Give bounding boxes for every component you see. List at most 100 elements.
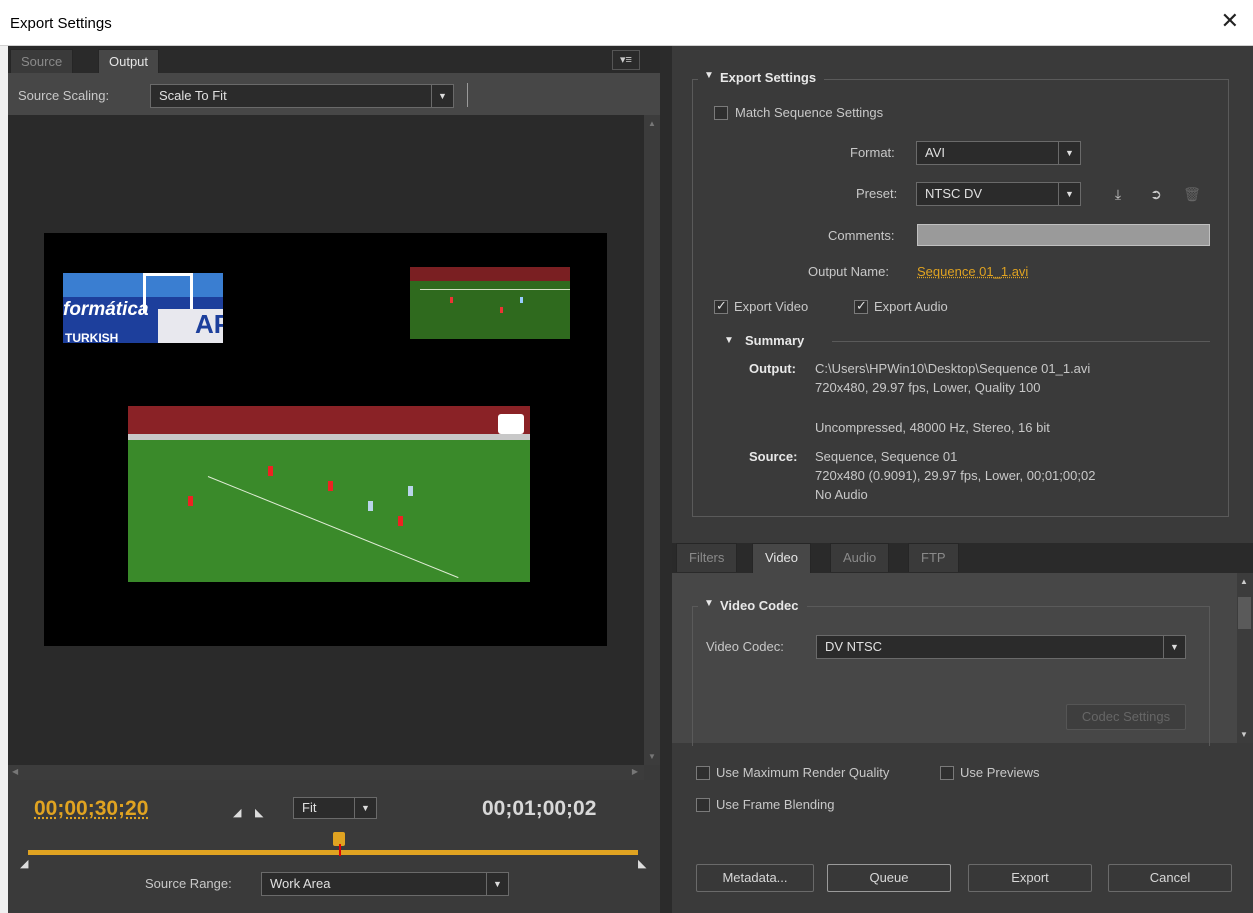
output-preview-canvas: formática AP TURKISH — [44, 233, 607, 646]
clip-text-3: TURKISH — [65, 331, 119, 343]
video-codec-select[interactable]: DV NTSC ▼ — [816, 635, 1186, 659]
player — [450, 297, 453, 303]
work-area-bar[interactable] — [28, 850, 638, 855]
player — [328, 481, 333, 491]
preview-horizontal-scrollbar[interactable]: ◀ ▶ — [8, 765, 644, 780]
use-previews-checkbox[interactable] — [940, 766, 954, 780]
player — [408, 486, 413, 496]
tab-filters[interactable]: Filters — [676, 543, 738, 572]
tab-output[interactable]: Output — [98, 49, 160, 74]
preview-clip-banner: formática AP TURKISH — [63, 273, 223, 343]
summary-source-line: 720x480 (0.9091), 29.97 fps, Lower, 00;0… — [815, 468, 1096, 483]
tab-source[interactable]: Source — [10, 49, 74, 73]
match-sequence-label: Match Sequence Settings — [735, 105, 884, 120]
export-settings-title: Export Settings — [720, 70, 825, 85]
summary-collapse-icon[interactable]: ▼ — [724, 335, 734, 346]
player — [500, 307, 503, 313]
out-marker-icon[interactable]: ◣ — [638, 857, 646, 870]
set-in-point-icon[interactable]: ◢ — [233, 806, 241, 819]
frame-blending-checkbox[interactable] — [696, 798, 710, 812]
in-marker-icon[interactable]: ◢ — [20, 857, 28, 870]
broadcast-logo — [498, 414, 524, 434]
scroll-up-icon[interactable]: ▲ — [648, 119, 656, 128]
video-codec-collapse-icon[interactable]: ▼ — [698, 598, 720, 609]
summary-output-label: Output: — [749, 361, 796, 376]
summary-output-line: Uncompressed, 48000 Hz, Stereo, 16 bit — [815, 420, 1050, 435]
import-preset-icon[interactable]: ➲ — [1146, 184, 1166, 204]
codec-settings-button[interactable]: Codec Settings — [1066, 704, 1186, 730]
chevron-down-icon: ▼ — [431, 85, 453, 107]
window-title: Export Settings — [10, 15, 112, 32]
scroll-down-icon[interactable]: ▼ — [1240, 730, 1248, 739]
scrollbar-thumb[interactable] — [1238, 597, 1251, 629]
export-video-label: Export Video — [734, 299, 809, 314]
video-codec-title: Video Codec — [720, 598, 807, 613]
preview-vertical-scrollbar[interactable]: ▲ ▼ — [644, 115, 660, 765]
video-codec-label: Video Codec: — [706, 639, 784, 654]
export-audio-checkbox[interactable] — [854, 298, 868, 314]
preset-select[interactable]: NTSC DV ▼ — [916, 182, 1081, 206]
clip-ads — [128, 434, 530, 440]
current-timecode[interactable]: 00;00;30;20 — [34, 797, 148, 821]
frame-blending-label: Use Frame Blending — [716, 797, 835, 812]
summary-source-line: No Audio — [815, 487, 868, 502]
source-scaling-select[interactable]: Scale To Fit ▼ — [150, 84, 454, 108]
chevron-down-icon: ▼ — [1163, 636, 1185, 658]
divider — [467, 83, 468, 107]
clip-crowd — [410, 267, 570, 281]
clip-text-1: formática — [63, 299, 149, 320]
collapse-triangle-icon[interactable]: ▼ — [698, 70, 720, 81]
window-titlebar: Export Settings ✕ — [0, 0, 1253, 46]
preview-tabs: Source Output ▾≡ — [8, 46, 660, 74]
scroll-right-icon[interactable]: ▶ — [632, 767, 638, 776]
zoom-value: Fit — [302, 800, 317, 815]
format-label: Format: — [850, 145, 895, 160]
scroll-down-icon[interactable]: ▼ — [648, 752, 656, 761]
export-button[interactable]: Export — [968, 864, 1092, 892]
preview-clip-pitch-small — [410, 267, 570, 339]
scroll-up-icon[interactable]: ▲ — [1240, 577, 1248, 586]
comments-label: Comments: — [828, 228, 895, 243]
metadata-button[interactable]: Metadata... — [696, 864, 814, 892]
save-preset-icon[interactable]: ⤓ — [1108, 184, 1128, 204]
close-icon[interactable]: ✕ — [1221, 10, 1239, 32]
max-render-quality-checkbox[interactable] — [696, 766, 710, 780]
clip-goal — [143, 273, 193, 313]
match-sequence-checkbox[interactable] — [714, 106, 728, 120]
settings-vertical-scrollbar[interactable]: ▲ ▼ — [1237, 573, 1253, 743]
pane-splitter[interactable] — [660, 46, 672, 913]
export-video-checkbox[interactable] — [714, 298, 728, 314]
source-range-label: Source Range: — [145, 876, 232, 891]
tab-audio[interactable]: Audio — [830, 543, 890, 572]
zoom-select[interactable]: Fit ▼ — [293, 797, 377, 819]
tab-ftp[interactable]: FTP — [908, 543, 959, 572]
format-value: AVI — [925, 145, 945, 160]
summary-title: Summary — [745, 333, 805, 348]
format-select[interactable]: AVI ▼ — [916, 141, 1081, 165]
source-scaling-value: Scale To Fit — [159, 88, 227, 103]
chevron-down-icon: ▼ — [354, 798, 376, 818]
source-range-select[interactable]: Work Area ▼ — [261, 872, 509, 896]
playhead-line — [339, 844, 341, 856]
clip-line — [420, 289, 570, 290]
dialog-body: Source Output ▾≡ Source Scaling: Scale T… — [8, 46, 1253, 913]
queue-button[interactable]: Queue — [827, 864, 951, 892]
set-out-point-icon[interactable]: ◣ — [255, 806, 263, 819]
settings-pane: ▼ Export Settings Match Sequence Setting… — [672, 46, 1253, 913]
tab-video[interactable]: Video — [752, 543, 812, 573]
delete-preset-icon[interactable]: 🗑 — [1182, 184, 1202, 204]
scroll-left-icon[interactable]: ◀ — [12, 767, 18, 776]
clip-line-main — [207, 476, 459, 579]
output-name-link[interactable]: Sequence 01_1.avi — [917, 264, 1028, 279]
use-previews-label: Use Previews — [960, 765, 1040, 780]
summary-output-line: C:\Users\HPWin10\Desktop\Sequence 01_1.a… — [815, 361, 1091, 376]
output-name-label: Output Name: — [808, 264, 889, 279]
cancel-button[interactable]: Cancel — [1108, 864, 1232, 892]
summary-output-line: 720x480, 29.97 fps, Lower, Quality 100 — [815, 380, 1041, 395]
comments-input[interactable] — [917, 224, 1210, 246]
chevron-down-icon: ▼ — [486, 873, 508, 895]
panel-menu-icon[interactable]: ▾≡ — [612, 50, 640, 70]
player — [268, 466, 273, 476]
player — [368, 501, 373, 511]
source-range-value: Work Area — [270, 876, 331, 891]
